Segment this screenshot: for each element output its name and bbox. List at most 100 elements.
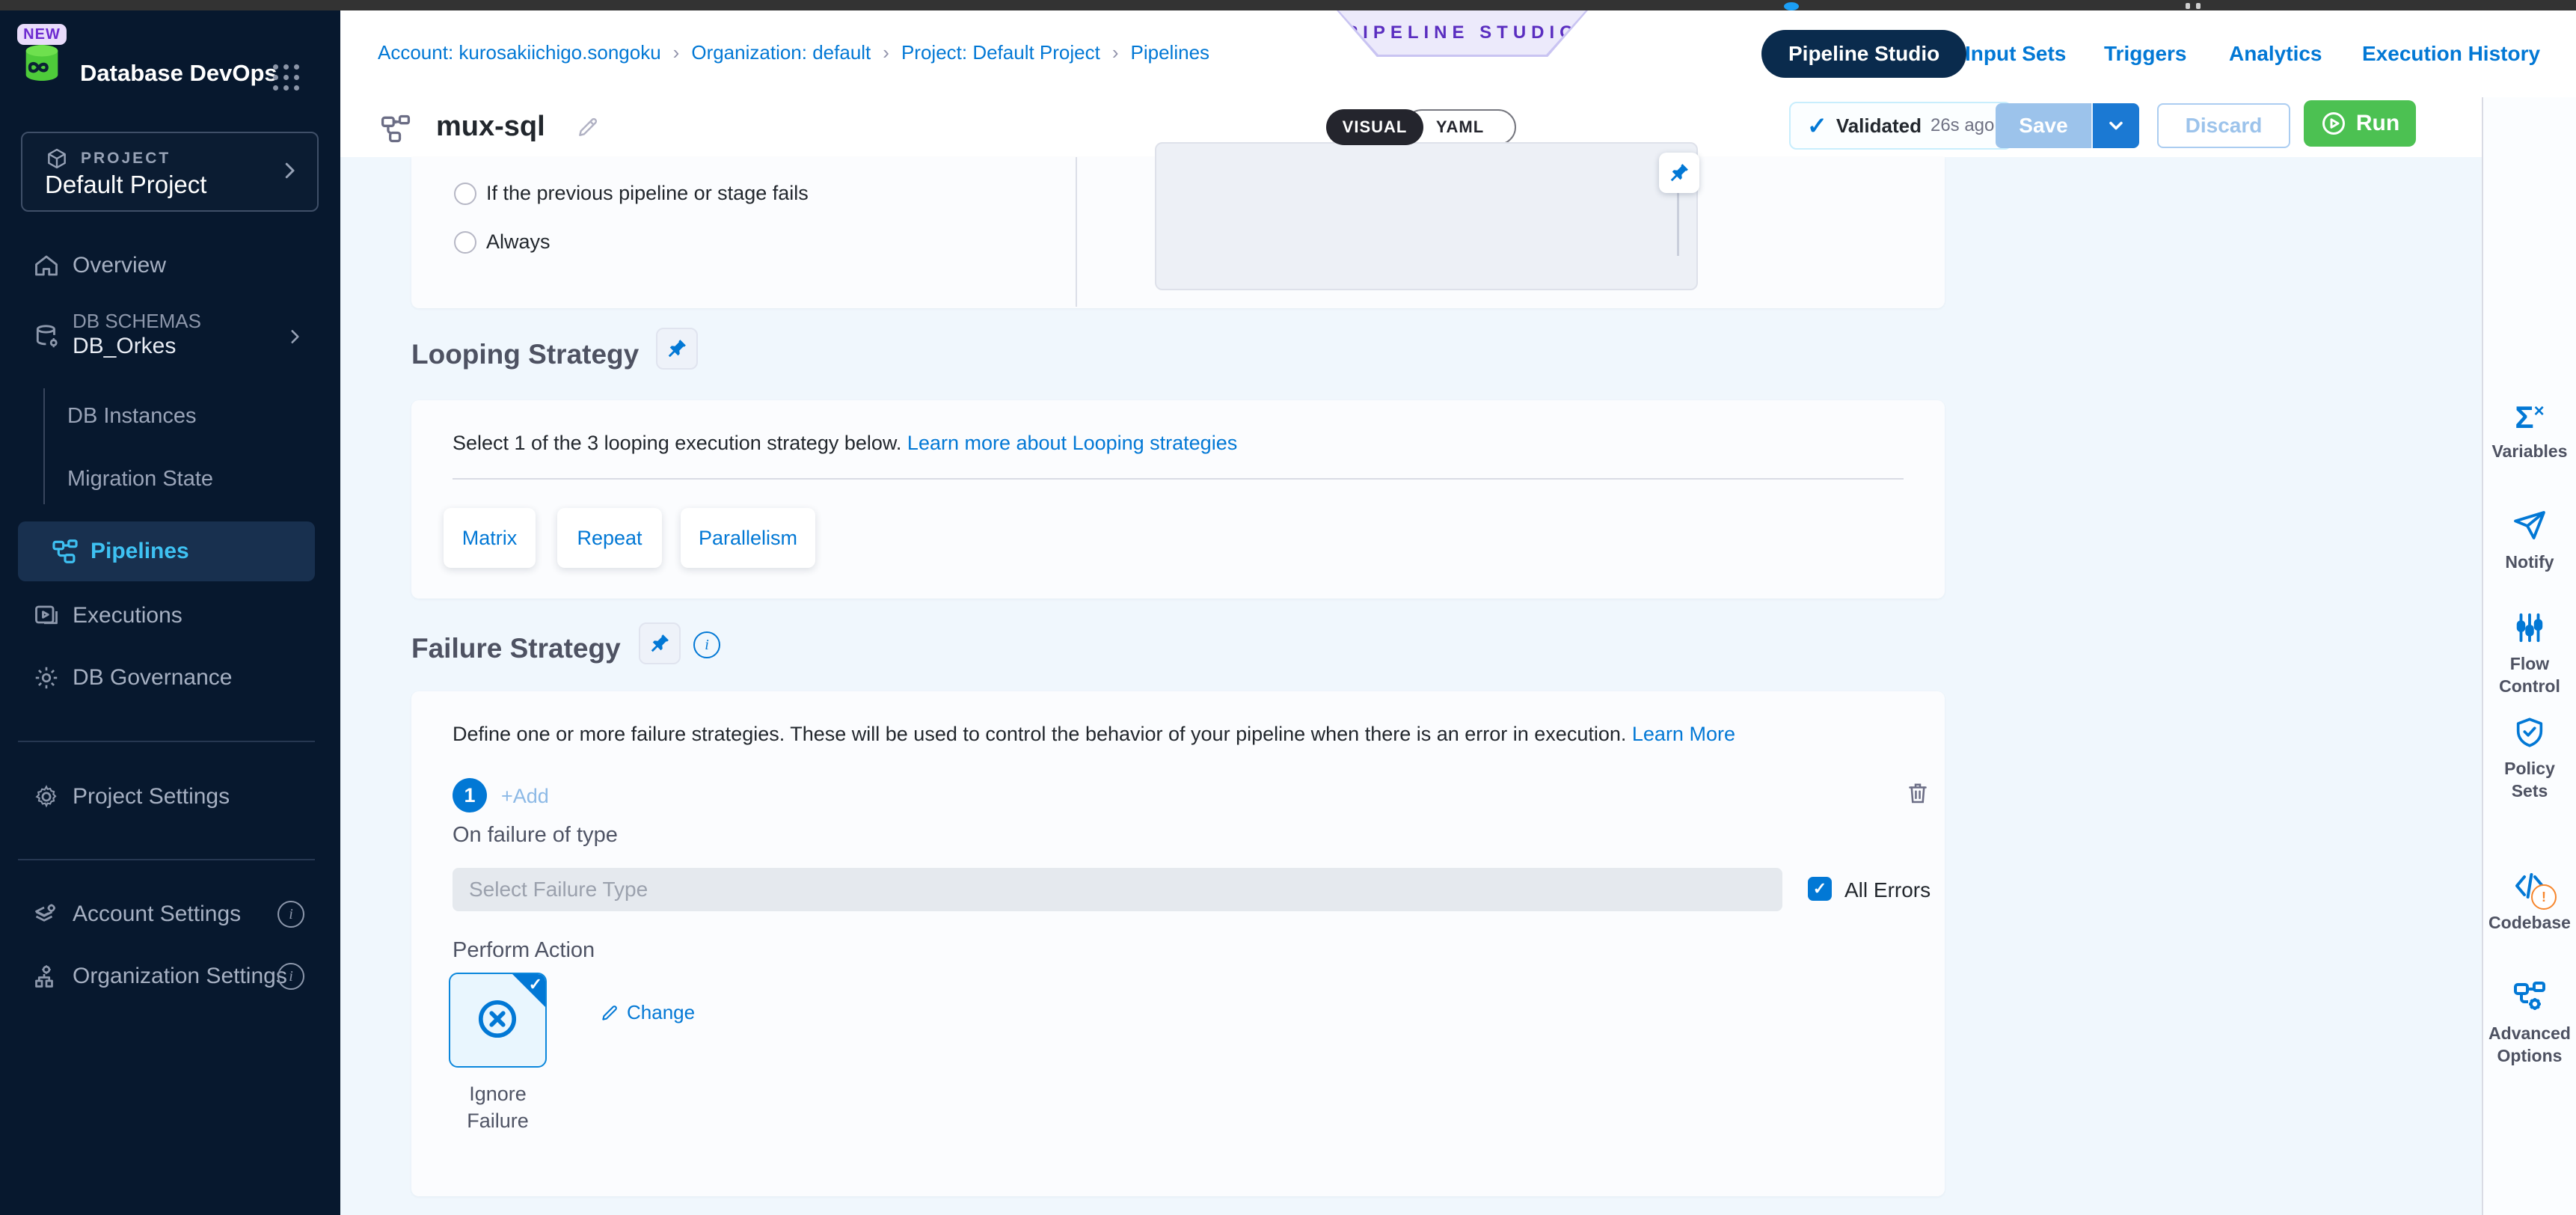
toggle-visual[interactable]: VISUAL xyxy=(1326,109,1423,145)
tab-label: Analytics xyxy=(2229,42,2322,66)
sidebar-item-db-schemas[interactable]: DB SCHEMAS DB_Orkes xyxy=(0,307,340,367)
pipeline-name: mux-sql xyxy=(436,111,545,143)
rail-label: Variables xyxy=(2488,440,2571,462)
tab-triggers[interactable]: Triggers xyxy=(2104,30,2186,78)
database-devops-logo-icon[interactable] xyxy=(18,39,66,87)
pipeline-icon xyxy=(51,537,79,566)
failure-learn-more-link[interactable]: Learn More xyxy=(1632,723,1735,745)
module-grid-icon[interactable] xyxy=(273,64,300,91)
repeat-label: Repeat xyxy=(577,527,642,550)
app-root: NEW Database DevOps PROJECT Default Proj… xyxy=(0,0,2576,1215)
right-rail: Σ× Variables Notify Flow Control xyxy=(2482,97,2576,1215)
rail-label: Flow Control xyxy=(2488,652,2571,697)
delete-strategy-icon[interactable] xyxy=(1904,778,1934,811)
failure-type-select[interactable] xyxy=(453,868,1782,911)
change-action-link[interactable]: Change xyxy=(600,1001,695,1024)
sidebar-item-label: Project Settings xyxy=(73,784,230,810)
save-dropdown-button[interactable] xyxy=(2091,103,2139,148)
rail-item-variables[interactable]: Σ× Variables xyxy=(2483,397,2576,462)
rail-item-notify[interactable]: Notify xyxy=(2483,507,2576,573)
info-glyph: i xyxy=(705,637,709,654)
sidebar-item-overview[interactable]: Overview xyxy=(0,241,340,290)
radio-always[interactable] xyxy=(454,231,476,254)
sidebar-item-project-settings[interactable]: Project Settings xyxy=(0,772,340,821)
info-icon[interactable]: i xyxy=(277,963,304,990)
repeat-button[interactable]: Repeat xyxy=(557,508,662,568)
expression-panel[interactable] xyxy=(1155,142,1698,290)
pipeline-graph-icon xyxy=(379,112,412,145)
chevron-separator: › xyxy=(1112,41,1119,64)
info-icon[interactable]: i xyxy=(277,901,304,928)
parallelism-button[interactable]: Parallelism xyxy=(681,508,815,568)
looping-description-text: Select 1 of the 3 looping execution stra… xyxy=(453,432,901,454)
tab-execution-history[interactable]: Execution History xyxy=(2362,30,2540,78)
breadcrumb-organization[interactable]: Organization: default xyxy=(691,41,871,64)
ignore-failure-action-card[interactable]: ✓ xyxy=(449,973,547,1068)
sidebar-item-label: DB Governance xyxy=(73,665,232,691)
rail-item-advanced-options[interactable]: Advanced Options xyxy=(2483,979,2576,1067)
add-strategy-link[interactable]: +Add xyxy=(501,785,549,808)
chevron-down-icon xyxy=(2106,115,2126,136)
all-errors-checkbox[interactable]: ✓ xyxy=(1808,877,1832,901)
looping-learn-more-link[interactable]: Learn more about Looping strategies xyxy=(907,432,1237,454)
pipeline-gear-icon xyxy=(2512,979,2548,1014)
run-button[interactable]: Run xyxy=(2304,100,2416,147)
rail-label: Advanced Options xyxy=(2488,1022,2571,1067)
pin-button[interactable] xyxy=(1659,153,1699,193)
sidebar-item-pipelines[interactable]: Pipelines xyxy=(18,521,315,581)
tab-input-sets[interactable]: Input Sets xyxy=(1965,30,2066,78)
edit-pencil-icon[interactable] xyxy=(576,115,600,139)
project-kicker: PROJECT xyxy=(81,150,171,168)
discard-button[interactable]: Discard xyxy=(2157,103,2290,148)
info-icon[interactable]: i xyxy=(693,631,720,658)
tab-analytics[interactable]: Analytics xyxy=(2229,30,2322,78)
breadcrumb-account[interactable]: Account: kurosakiichigo.songoku xyxy=(378,41,661,64)
pipeline-studio-tag-label: PIPELINE STUDIO xyxy=(1346,22,1579,43)
panel-scrollbar[interactable] xyxy=(1677,190,1679,256)
left-sidebar: NEW Database DevOps PROJECT Default Proj… xyxy=(0,10,340,1215)
failure-strategy-card: Define one or more failure strategies. T… xyxy=(411,691,1945,1196)
divider xyxy=(18,741,315,742)
sidebar-kicker: DB SCHEMAS xyxy=(73,310,201,333)
variables-icon: Σ× xyxy=(2515,397,2544,432)
rail-item-flow-control[interactable]: Flow Control xyxy=(2483,610,2576,697)
looping-strategy-card: Select 1 of the 3 looping execution stra… xyxy=(411,400,1945,599)
toggle-label: YAML xyxy=(1436,117,1484,137)
matrix-button[interactable]: Matrix xyxy=(444,508,536,568)
chevron-separator: › xyxy=(883,41,889,64)
change-label: Change xyxy=(627,1001,695,1024)
validated-badge[interactable]: ✓ Validated 26s ago xyxy=(1789,102,2012,150)
sidebar-item-db-governance[interactable]: DB Governance xyxy=(0,653,340,703)
pin-button[interactable] xyxy=(639,622,681,664)
sidebar-item-organization-settings[interactable]: Organization Settings i xyxy=(0,952,340,1001)
sidebar-item-db-instances[interactable]: DB Instances xyxy=(0,394,340,438)
rail-item-codebase[interactable]: ! Codebase xyxy=(2483,868,2576,934)
chevron-right-icon xyxy=(278,157,301,184)
tab-pipeline-studio[interactable]: Pipeline Studio xyxy=(1761,30,1966,78)
radio-previous-fails[interactable] xyxy=(454,183,476,205)
sidebar-item-label: Overview xyxy=(73,253,166,278)
visual-yaml-toggle: VISUAL YAML xyxy=(1326,109,1516,145)
check-icon: ✓ xyxy=(529,975,542,994)
sidebar-item-label: DB_Orkes xyxy=(73,334,176,359)
rail-label: Codebase xyxy=(2488,911,2571,934)
sidebar-item-account-settings[interactable]: Account Settings i xyxy=(0,890,340,939)
org-chart-gear-icon xyxy=(33,963,60,990)
sidebar-item-executions[interactable]: Executions xyxy=(0,591,340,640)
looping-strategy-title: Looping Strategy xyxy=(411,339,639,370)
save-button[interactable]: Save xyxy=(1996,103,2091,148)
breadcrumb-page[interactable]: Pipelines xyxy=(1131,41,1210,64)
pin-button[interactable] xyxy=(656,328,698,370)
toggle-label: VISUAL xyxy=(1343,117,1408,137)
run-label: Run xyxy=(2356,111,2399,136)
project-selector[interactable]: PROJECT Default Project xyxy=(21,132,319,212)
breadcrumb: Account: kurosakiichigo.songoku › Organi… xyxy=(378,41,1209,64)
rail-item-policy-sets[interactable]: Policy Sets xyxy=(2483,715,2576,802)
top-system-bar xyxy=(0,0,2576,10)
sidebar-item-migration-state[interactable]: Migration State xyxy=(0,456,340,501)
vertical-divider xyxy=(1076,157,1077,307)
play-circle-icon xyxy=(2320,110,2347,137)
breadcrumb-project[interactable]: Project: Default Project xyxy=(901,41,1100,64)
strategy-index-badge[interactable]: 1 xyxy=(453,778,487,812)
sidebar-item-label: Migration State xyxy=(67,467,213,492)
